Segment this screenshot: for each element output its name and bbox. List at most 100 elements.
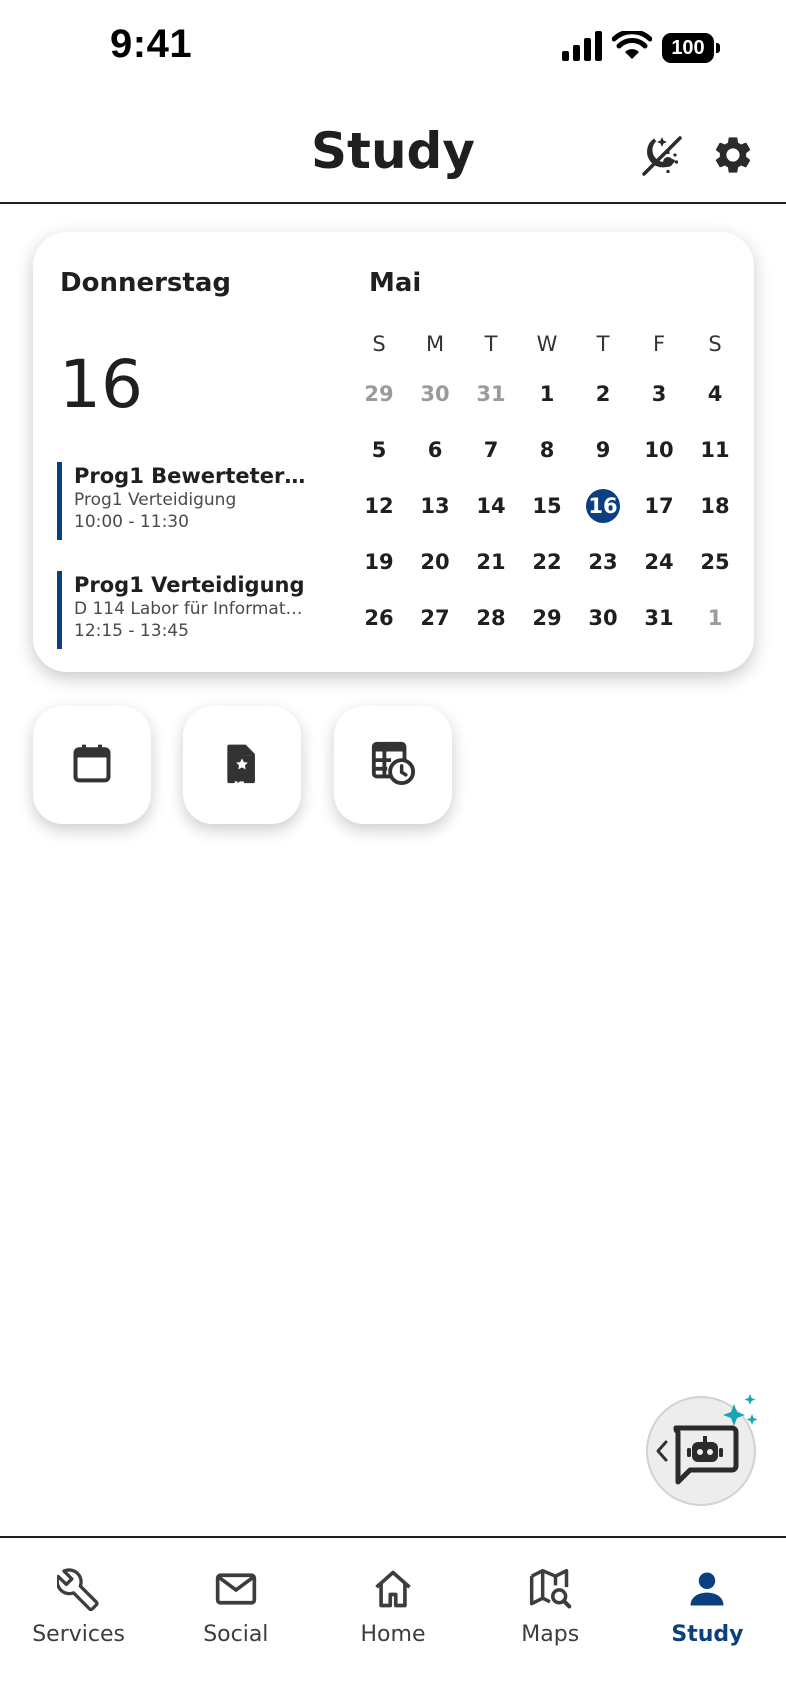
calendar-day[interactable]: 19 — [351, 534, 407, 590]
calendar-day[interactable]: 31 — [631, 590, 687, 646]
calendar-day-today[interactable]: 16 — [575, 478, 631, 534]
calendar-day[interactable]: 29 — [519, 590, 575, 646]
calendar-week-row: 12 13 14 15 16 17 18 — [351, 478, 743, 534]
calendar-day-number: 27 — [420, 606, 450, 630]
calendar-day-number: 15 — [532, 494, 562, 518]
calendar-day[interactable]: 3 — [631, 366, 687, 422]
calendar-day[interactable]: 8 — [519, 422, 575, 478]
weekday-header: T — [596, 332, 610, 356]
calendar-day[interactable]: 15 — [519, 478, 575, 534]
calendar-day[interactable]: 30 — [575, 590, 631, 646]
chatbot-button[interactable] — [646, 1394, 758, 1506]
calendar-day-number: 21 — [476, 550, 506, 574]
schedule-table-icon — [370, 740, 416, 790]
calendar-day-number: 29 — [532, 606, 562, 630]
calendar-day-number: 1 — [707, 606, 723, 630]
event-time: 10:00 - 11:30 — [74, 512, 189, 532]
person-icon — [684, 1566, 730, 1612]
event-item[interactable]: Prog1 Bewerteter … Prog1 Verteidigung 10… — [57, 462, 307, 540]
theme-toggle-icon[interactable] — [638, 132, 684, 178]
calendar-card[interactable]: Donnerstag 16 Prog1 Bewerteter … Prog1 V… — [33, 232, 754, 672]
calendar-day[interactable]: 26 — [351, 590, 407, 646]
calendar-day-number: 9 — [595, 438, 611, 462]
calendar-day[interactable]: 6 — [407, 422, 463, 478]
nav-item-services[interactable]: Services — [0, 1538, 157, 1704]
calendar-day-number: 18 — [700, 494, 730, 518]
calendar-day[interactable]: 4 — [687, 366, 743, 422]
event-title: Prog1 Verteidigung — [74, 573, 305, 597]
event-title: Prog1 Bewerteter … — [74, 464, 307, 488]
calendar-day[interactable]: 1 — [519, 366, 575, 422]
nav-item-home[interactable]: Home — [314, 1538, 471, 1704]
calendar-day[interactable]: 25 — [687, 534, 743, 590]
calendar-day[interactable]: 30 — [407, 366, 463, 422]
nav-item-study[interactable]: Study — [629, 1538, 786, 1704]
calendar-day[interactable]: 14 — [463, 478, 519, 534]
calendar-day[interactable]: 1 — [687, 590, 743, 646]
nav-label-social: Social — [203, 1622, 269, 1647]
nav-label-maps: Maps — [521, 1622, 580, 1647]
calendar-day[interactable]: 22 — [519, 534, 575, 590]
mail-icon — [213, 1566, 259, 1612]
battery-level: 100 — [671, 36, 705, 59]
calendar-day[interactable]: 5 — [351, 422, 407, 478]
gear-icon[interactable] — [710, 132, 756, 178]
nav-label-home: Home — [360, 1622, 426, 1647]
calendar-day-number: 4 — [707, 382, 723, 406]
month-name: Mai — [369, 268, 422, 298]
calendar-day[interactable]: 31 — [463, 366, 519, 422]
calendar-day[interactable]: 27 — [407, 590, 463, 646]
battery-icon: 100 — [662, 33, 720, 63]
calendar-day[interactable]: 13 — [407, 478, 463, 534]
event-subtitle: Prog1 Verteidigung — [74, 490, 237, 510]
calendar-day[interactable]: 9 — [575, 422, 631, 478]
nav-label-services: Services — [32, 1622, 125, 1647]
calendar-day-number: 8 — [539, 438, 555, 462]
weekday-name: Donnerstag — [60, 268, 231, 298]
calendar-day[interactable]: 23 — [575, 534, 631, 590]
calendar-day[interactable]: 11 — [687, 422, 743, 478]
calendar-day-number: 14 — [476, 494, 506, 518]
calendar-day-number: 26 — [364, 606, 394, 630]
calendar-day-number: 22 — [532, 550, 562, 574]
calendar-day-number: 23 — [588, 550, 618, 574]
calendar-day-number: 19 — [364, 550, 394, 574]
calendar-day-number: 31 — [476, 382, 506, 406]
calendar-day-number: 10 — [644, 438, 674, 462]
calendar-week-row: 26 27 28 29 30 31 1 — [351, 590, 743, 646]
calendar-week-row: 5 6 7 8 9 10 11 — [351, 422, 743, 478]
nav-item-social[interactable]: Social — [157, 1538, 314, 1704]
calendar-tile-button[interactable] — [33, 706, 151, 824]
calendar-day[interactable]: 2 — [575, 366, 631, 422]
calendar-day-number: 25 — [700, 550, 730, 574]
nav-item-maps[interactable]: Maps — [472, 1538, 629, 1704]
calendar-day-number: 13 — [420, 494, 450, 518]
calendar-day-number: 31 — [644, 606, 674, 630]
schedule-tile-button[interactable] — [334, 706, 452, 824]
calendar-day[interactable]: 12 — [351, 478, 407, 534]
event-item[interactable]: Prog1 Verteidigung D 114 Labor für Infor… — [57, 571, 307, 649]
calendar-day[interactable]: 21 — [463, 534, 519, 590]
calendar-weeks: 29 30 31 1 2 3 4 5 6 7 8 9 10 11 12 13 14 15 16 17 18 19 20 21 2… — [351, 366, 743, 646]
calendar-day-number: 5 — [371, 438, 387, 462]
calendar-day-number: 1 — [539, 382, 555, 406]
certificate-tile-button[interactable] — [183, 706, 301, 824]
event-subtitle: D 114 Labor für Informat… — [74, 599, 303, 619]
wrench-icon — [56, 1566, 102, 1612]
day-number: 16 — [59, 346, 143, 423]
calendar-day[interactable]: 24 — [631, 534, 687, 590]
calendar-day[interactable]: 29 — [351, 366, 407, 422]
event-time: 12:15 - 13:45 — [74, 621, 189, 641]
calendar-day-number: 16 — [586, 489, 620, 523]
calendar-day-number: 11 — [700, 438, 730, 462]
sparkle-icon — [720, 1390, 762, 1436]
calendar-day[interactable]: 20 — [407, 534, 463, 590]
certificate-document-icon — [220, 741, 264, 789]
calendar-day[interactable]: 18 — [687, 478, 743, 534]
calendar-day-number: 30 — [588, 606, 618, 630]
calendar-day[interactable]: 17 — [631, 478, 687, 534]
calendar-day[interactable]: 28 — [463, 590, 519, 646]
calendar-day[interactable]: 7 — [463, 422, 519, 478]
calendar-day[interactable]: 10 — [631, 422, 687, 478]
cellular-signal-icon — [562, 31, 602, 65]
